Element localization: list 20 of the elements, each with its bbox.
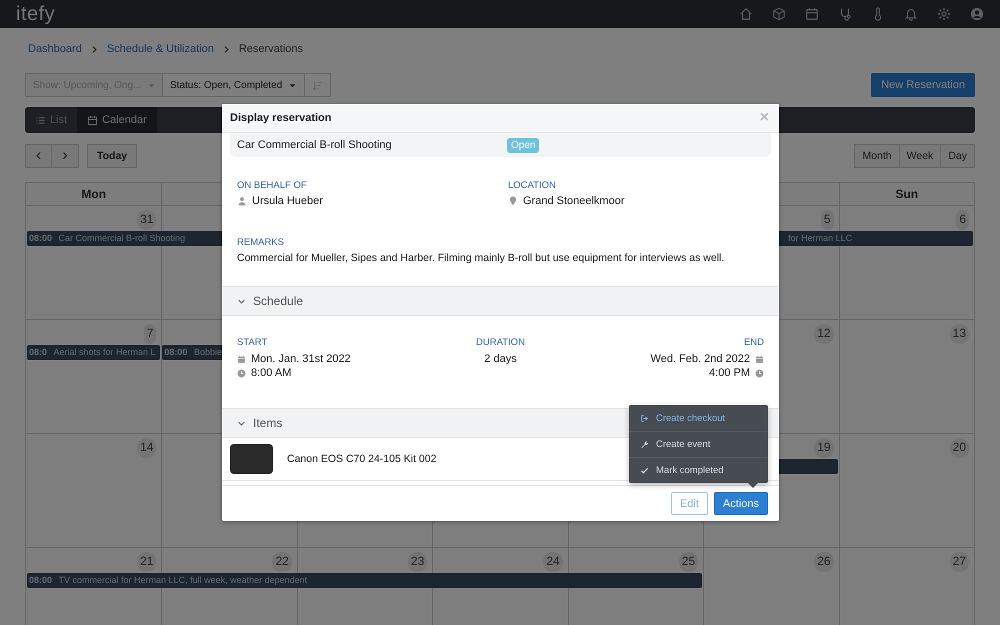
field-label: LOCATION [508, 180, 557, 191]
start-date: Mon. Jan. 31st 2022 [251, 353, 351, 365]
remarks-text: Commercial for Mueller, Sipes and Harber. Filming mainly B-roll but use equipment for interviews as well. [237, 252, 726, 264]
field-label: ON BEHALF OF [237, 180, 308, 191]
dialog-title: Display reservation [230, 112, 332, 124]
reservation-name: Car Commercial B-roll Shooting [237, 139, 393, 151]
status-badge: Open [507, 138, 540, 152]
breadcrumb-current: Reservations [238, 43, 304, 55]
field-value: Grand Stoneelkmoor [523, 195, 624, 207]
weekday-header: Sun [838, 183, 974, 205]
field-label: DURATION [475, 337, 526, 348]
end-date: Wed. Feb. 2nd 2022 [650, 353, 750, 365]
weekday-header: Mon [80, 186, 108, 203]
end-time: 4:00 PM [709, 367, 750, 379]
field-label: END [742, 337, 764, 348]
field-label: START [237, 337, 268, 348]
field-value: Ursula Hueber [252, 195, 323, 207]
start-time: 8:00 AM [251, 367, 292, 379]
field-label: REMARKS [237, 237, 285, 248]
duration-value: 2 days [483, 352, 518, 366]
